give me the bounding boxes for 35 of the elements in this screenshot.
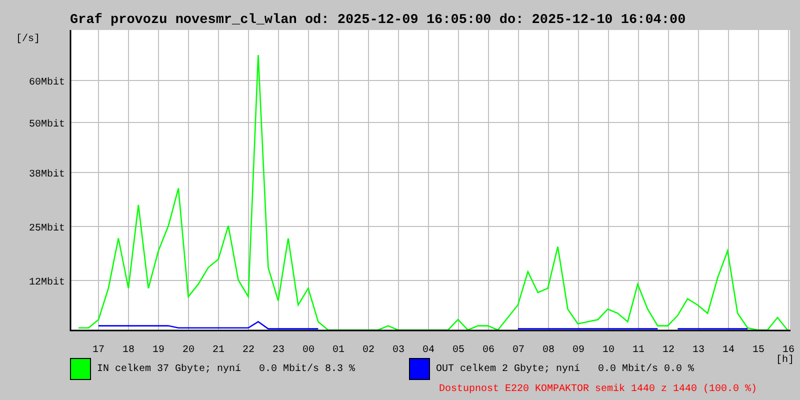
x-tick-label: 02 [362,345,374,356]
x-tick-label: 07 [512,345,524,356]
x-tick-label: 00 [302,345,314,356]
legend-label: OUT celkem 2 Gbyte; nyní 0.0 Mbit/s 0.0 % [436,364,694,374]
y-tick-label: 38Mbit [28,170,65,180]
x-tick-label: 04 [422,345,434,356]
x-tick-label: 03 [392,345,404,356]
x-tick-label: 16 [782,345,794,356]
axis-unit-label: [/s] [16,34,40,45]
x-tick-label: 12 [662,345,674,356]
x-tick-label: 05 [452,345,464,356]
x-tick-label: 23 [272,345,284,356]
x-tick-label: 08 [542,345,554,356]
y-tick-label: 12Mbit [28,278,65,288]
x-tick-label: 14 [722,345,734,356]
x-tick-label: 21 [212,345,224,356]
x-tick-label: 13 [692,345,704,356]
x-tick-label: 18 [122,345,134,356]
x-tick-label: 09 [572,345,584,356]
x-tick-label: 01 [332,345,344,356]
x-tick-label: 19 [152,345,164,356]
chart-title: Graf provozu novesmr_cl_wlan od: 2025-12-09 16:05:00 do: 2025-12-10 16:04:00 [70,13,686,28]
legend-label: IN celkem 37 Gbyte; nyní 0.0 Mbit/s 8.3 % [97,364,356,374]
x-tick-label: 17 [92,345,104,356]
x-tick-label: 20 [182,345,194,356]
y-tick-label: 50Mbit [28,120,65,130]
y-tick-label: 60Mbit [28,78,65,88]
x-tick-label: 10 [602,345,614,356]
availability-text: Dostupnost E220 KOMPAKTOR semik 1440 z 1440 (100.0 %) [439,384,758,395]
x-tick-label: 06 [482,345,494,356]
x-tick-label: 11 [632,345,644,356]
y-tick-label: 25Mbit [28,224,65,234]
x-tick-label: 22 [242,345,254,356]
x-tick-label: 15 [752,345,764,356]
axis-unit-label: [h] [776,355,794,364]
